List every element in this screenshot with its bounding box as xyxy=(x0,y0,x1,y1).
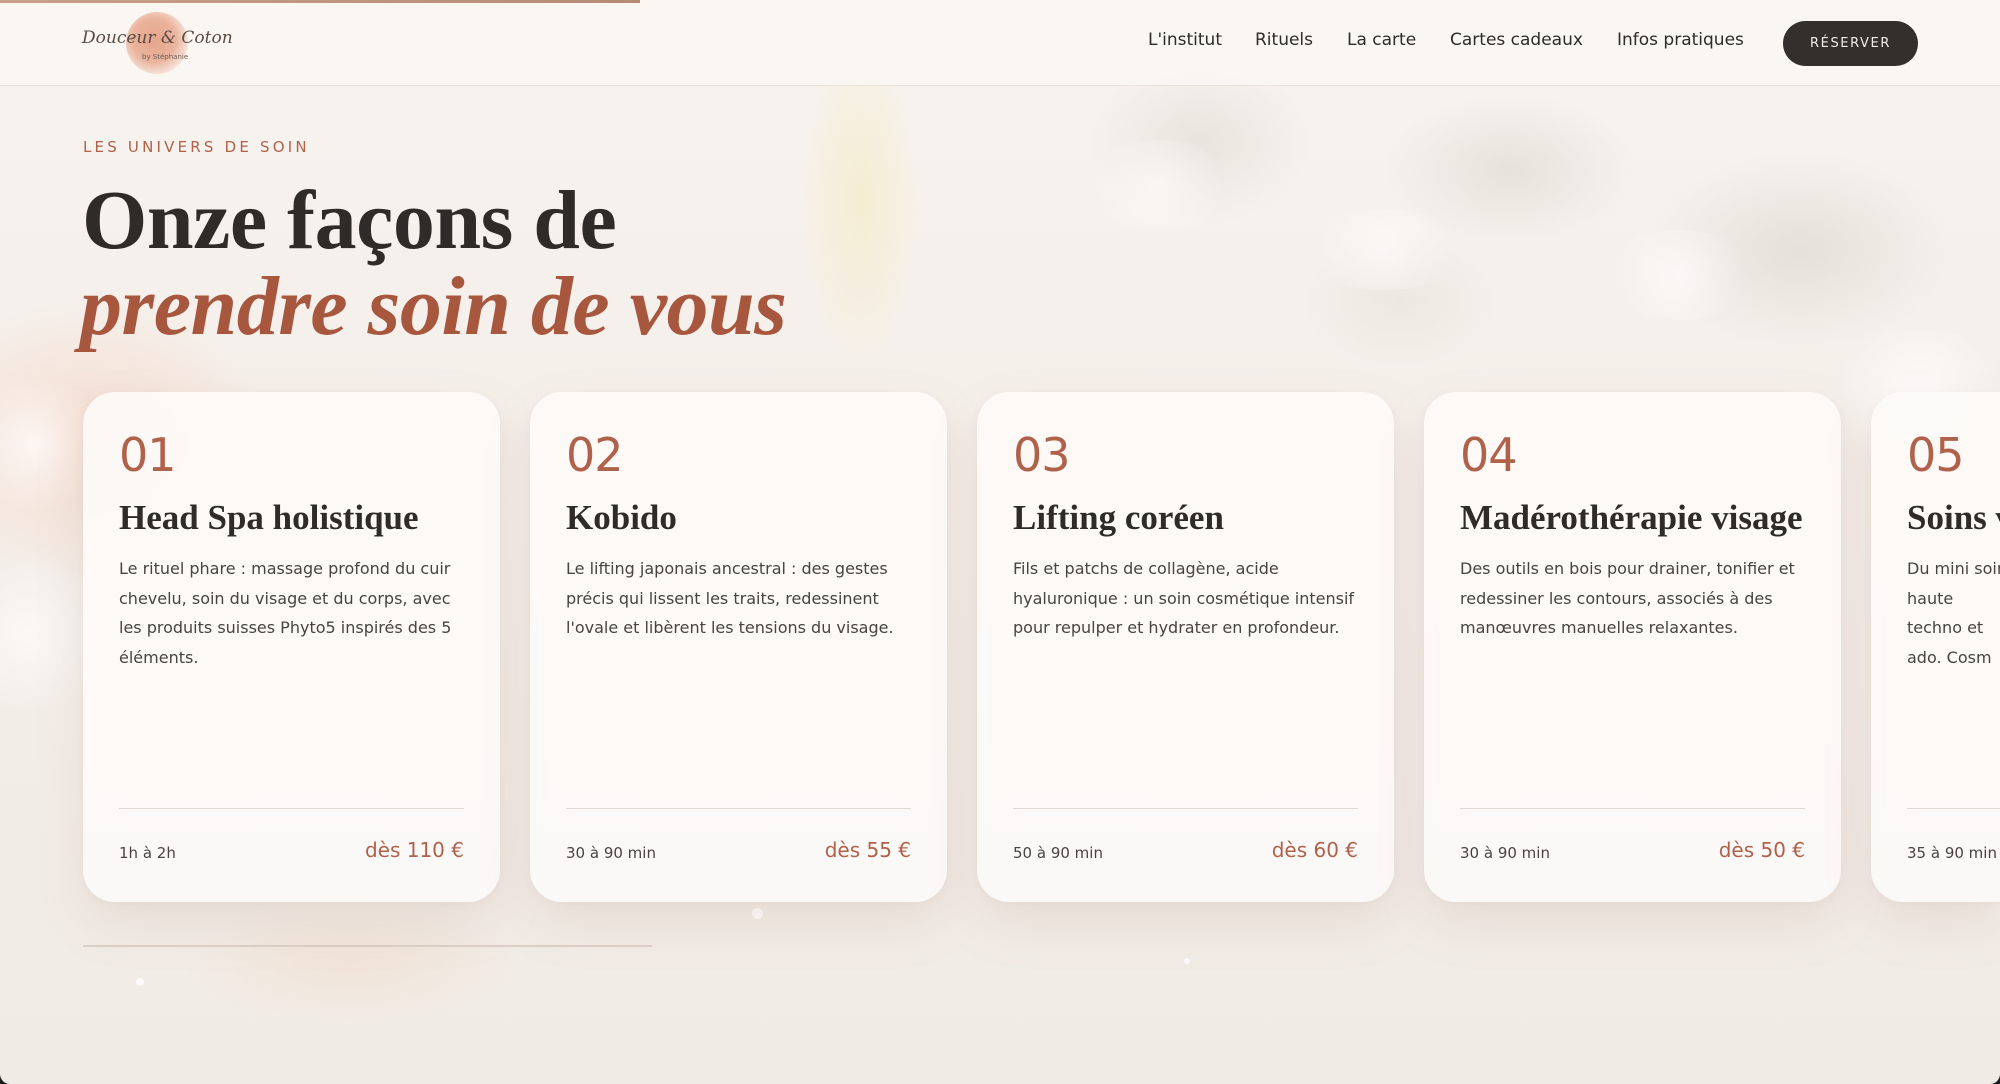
logo-subtext: by Stéphanie xyxy=(142,53,189,61)
card-title: Lifting coréen xyxy=(1013,498,1224,537)
nav-link-cartes-cadeaux[interactable]: Cartes cadeaux xyxy=(1450,30,1583,50)
card-head-spa[interactable]: 01 Head Spa holistique Le rituel phare :… xyxy=(83,392,500,902)
card-price: dès 55 € xyxy=(824,838,911,862)
nav-link-institut[interactable]: L'institut xyxy=(1148,30,1222,50)
logo[interactable]: Douceur & Coton by Stéphanie xyxy=(80,10,233,76)
page: Douceur & Coton by Stéphanie L'institut … xyxy=(0,0,2000,1084)
section-title-line2: prendre soin de vous xyxy=(80,260,787,353)
card-description: Des outils en bois pour drainer, tonifie… xyxy=(1460,559,1795,637)
card-price: dès 60 € xyxy=(1271,838,1358,862)
card-duration: 50 à 90 min xyxy=(1013,844,1103,862)
sparkle-decoration xyxy=(1184,958,1190,964)
stone-decoration xyxy=(1080,140,1240,230)
card-title: Head Spa holistique xyxy=(119,498,419,537)
card-duration: 30 à 90 min xyxy=(1460,844,1550,862)
card-divider xyxy=(1460,808,1805,809)
nav-link-la-carte[interactable]: La carte xyxy=(1347,30,1416,50)
card-duration: 1h à 2h xyxy=(119,844,176,862)
card-title: Kobido xyxy=(566,498,677,537)
card-description: Le lifting japonais ancestral : des gest… xyxy=(566,559,894,637)
stone-decoration xyxy=(1600,230,1760,320)
card-description: Le rituel phare : massage profond du cui… xyxy=(119,559,452,667)
card-number: 01 xyxy=(119,428,177,482)
page-scroll-progress xyxy=(0,0,640,3)
logo-text: Douceur & Coton xyxy=(82,28,233,48)
site-header: Douceur & Coton by Stéphanie L'institut … xyxy=(0,0,2000,86)
card-title: Madérothérapie visage xyxy=(1460,498,1803,537)
card-number: 05 xyxy=(1907,428,1965,482)
nav-link-rituels[interactable]: Rituels xyxy=(1255,30,1313,50)
card-description: Fils et patchs de collagène, acide hyalu… xyxy=(1013,559,1355,637)
card-divider xyxy=(566,808,911,809)
sparkle-decoration xyxy=(136,978,144,986)
card-title: Soins v xyxy=(1907,498,2000,537)
nav-link-infos-pratiques[interactable]: Infos pratiques xyxy=(1617,30,1744,50)
card-divider xyxy=(119,808,464,809)
card-number: 03 xyxy=(1013,428,1071,482)
section-title-line1: Onze façons de xyxy=(82,174,617,267)
card-number: 04 xyxy=(1460,428,1518,482)
carousel-scroll-indicator[interactable] xyxy=(83,945,652,947)
card-divider xyxy=(1907,808,2000,809)
card-price: dès 50 € xyxy=(1718,838,1805,862)
card-maderotherapie[interactable]: 04 Madérothérapie visage Des outils en b… xyxy=(1424,392,1841,902)
card-soins-partial[interactable]: 05 Soins v Du mini soin haute techno et … xyxy=(1871,392,2000,902)
sparkle-decoration xyxy=(752,908,763,919)
card-price: dès 110 € xyxy=(364,838,464,862)
reserve-button[interactable]: RÉSERVER xyxy=(1783,21,1918,66)
card-lifting-coreen[interactable]: 03 Lifting coréen Fils et patchs de coll… xyxy=(977,392,1394,902)
card-duration: 30 à 90 min xyxy=(566,844,656,862)
section-eyebrow: LES UNIVERS DE SOIN xyxy=(83,138,310,156)
card-duration: 35 à 90 min xyxy=(1907,844,1997,862)
card-divider xyxy=(1013,808,1358,809)
card-description: Du mini soin haute techno et ado. Cosm xyxy=(1907,559,2000,667)
card-kobido[interactable]: 02 Kobido Le lifting japonais ancestral … xyxy=(530,392,947,902)
stone-decoration xyxy=(1300,210,1470,290)
card-number: 02 xyxy=(566,428,624,482)
